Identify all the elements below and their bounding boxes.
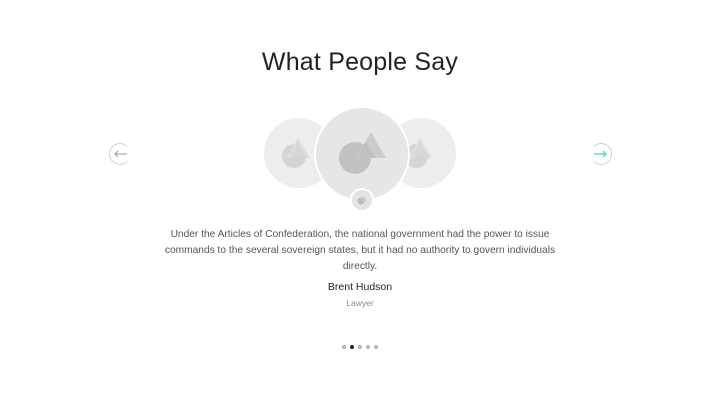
image-placeholder-icon	[339, 132, 386, 174]
pagination-dot[interactable]	[350, 345, 354, 349]
image-placeholder-icon	[357, 196, 367, 205]
testimonials-section: What People Say Under the Articles of Co…	[0, 0, 720, 400]
pagination-dot[interactable]	[374, 345, 378, 349]
avatar-badge	[350, 188, 374, 212]
author-name: Brent Hudson	[327, 281, 393, 293]
testimonial-quote: Under the Articles of Confederation, the…	[164, 229, 556, 272]
avatar-carousel	[0, 0, 720, 212]
pagination-dots	[0, 345, 720, 349]
pagination-dot[interactable]	[358, 345, 362, 349]
pagination-dot[interactable]	[342, 345, 346, 349]
pagination-dot[interactable]	[366, 345, 370, 349]
author-role: Lawyer	[346, 298, 374, 308]
